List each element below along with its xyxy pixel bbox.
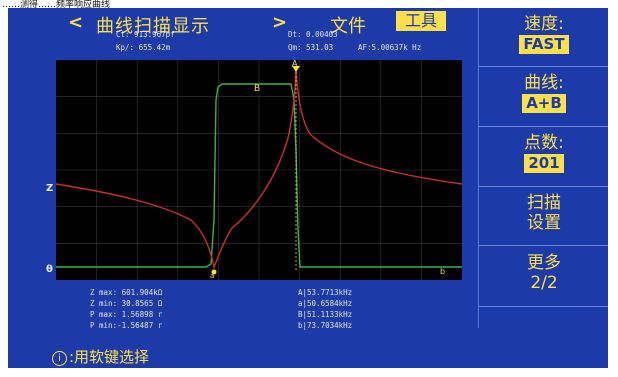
stat-marker-a: A|53.7713kHz <box>298 288 353 297</box>
stat-marker-small-a: a|50.6584kHz <box>298 299 353 308</box>
ct-readout: Ct: 913.967pf <box>116 30 175 39</box>
softkey-speed-value: FAST <box>519 35 569 54</box>
softkey-points[interactable]: 点数: 201 <box>479 127 608 187</box>
stat-marker-small-b: b|73.7034kHz <box>298 321 353 330</box>
sweep-plot: A B a b <box>55 59 463 280</box>
softkey-points-label: 点数: <box>524 133 564 153</box>
softkey-sweep-setup[interactable]: 扫描 设置 <box>479 187 608 246</box>
softkey-speed[interactable]: 速度: FAST <box>479 8 608 67</box>
menu-tools[interactable]: 工具 <box>396 11 447 31</box>
softkey-panel: 速度: FAST 曲线: A+B 点数: 201 扫描 设置 更多 2/2 <box>478 8 608 328</box>
softkey-sweep-line2: 设置 <box>527 213 561 233</box>
softkey-more[interactable]: 更多 2/2 <box>479 247 608 307</box>
stat-z-max: Z max: 601.904kΩ <box>90 288 163 297</box>
softkey-speed-label: 速度: <box>524 14 564 34</box>
marker-small-a-label: a <box>210 272 214 280</box>
softkey-more-line1: 更多 <box>527 253 561 273</box>
softkey-curve[interactable]: 曲线: A+B <box>479 67 608 127</box>
instrument-screen: < 曲线扫描显示 > 文件 工具 Ct: 913.967pf Dt: 0.004… <box>8 8 608 368</box>
stat-p-min: P min:-1.56487 r <box>90 321 163 330</box>
marker-b-label: B <box>254 84 260 94</box>
marker-a-label: A <box>292 60 298 68</box>
nav-forward-button[interactable]: > <box>272 12 287 33</box>
marker-small-b-label: b <box>440 267 445 276</box>
marker-a: A <box>292 59 300 72</box>
hint-text: :用软键选择 <box>69 348 150 366</box>
qm-readout: Qm: 531.03 <box>288 43 334 52</box>
stat-z-min: Z min: 30.8565 Ω <box>90 299 163 308</box>
info-icon: i <box>52 351 67 366</box>
hint-bar: i:用软键选择 <box>52 346 149 367</box>
kp-readout: Kp/: 655.42m <box>116 43 171 52</box>
af-readout: AF:5.00637k Hz <box>358 43 422 52</box>
sweep-chart: A B a b <box>55 59 463 280</box>
softkey-curve-value: A+B <box>522 94 566 113</box>
axis-label-theta: θ <box>46 264 53 275</box>
softkey-sweep-line1: 扫描 <box>527 193 561 213</box>
softkey-points-value: 201 <box>524 154 564 173</box>
dt-readout: Dt: 0.00403 <box>288 30 338 39</box>
axis-label-z: Z <box>46 183 54 194</box>
stat-marker-b: B|51.1133kHz <box>298 310 353 319</box>
softkey-curve-label: 曲线: <box>524 73 564 93</box>
stat-p-max: P max: 1.56898 r <box>90 310 163 319</box>
softkey-more-line2: 2/2 <box>530 273 558 293</box>
nav-back-button[interactable]: < <box>68 12 83 33</box>
